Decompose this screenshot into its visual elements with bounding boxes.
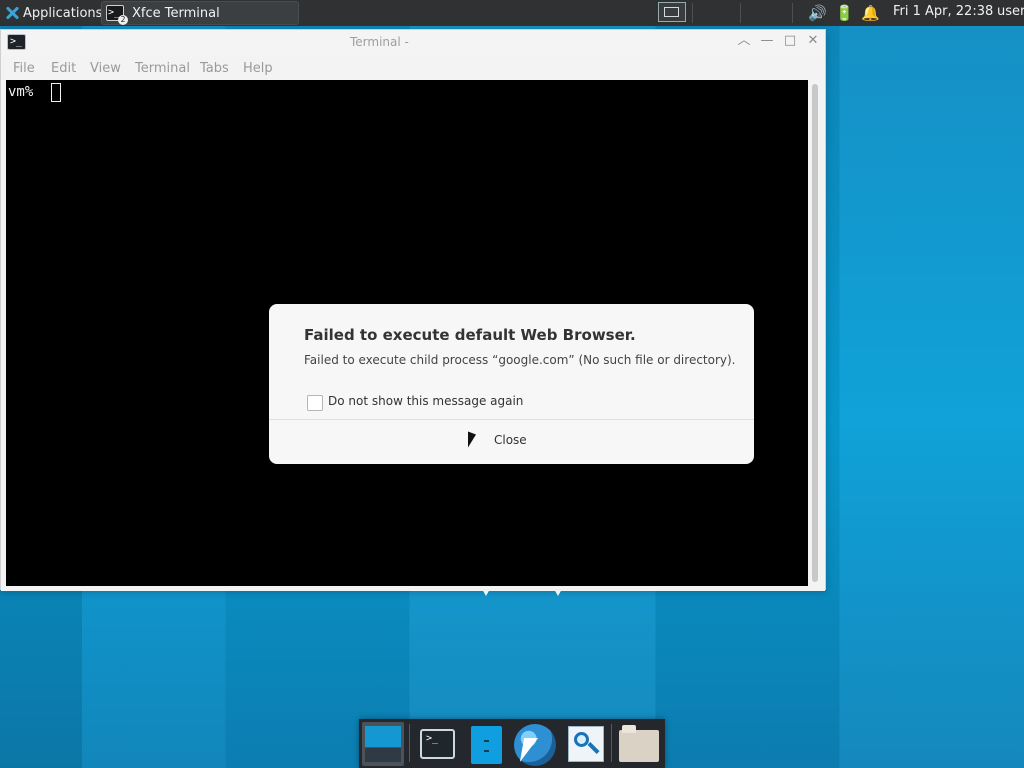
menu-help[interactable]: Help xyxy=(243,61,273,76)
window-bottom-border xyxy=(1,586,825,591)
clock[interactable]: Fri 1 Apr, 22:38 xyxy=(893,4,993,19)
bell-icon[interactable]: 🔔 xyxy=(861,4,880,22)
dock-desktop-button[interactable] xyxy=(362,722,404,766)
terminal-icon: >_ xyxy=(7,34,26,50)
desktop-artifact xyxy=(482,589,562,597)
desktop-icon xyxy=(365,726,401,747)
applications-menu-button[interactable]: Applications xyxy=(2,1,116,25)
terminal-cursor xyxy=(51,83,61,102)
dialog-message: Failed to execute child process “google.… xyxy=(304,353,736,367)
menu-terminal[interactable]: Terminal xyxy=(135,61,190,76)
dock-separator xyxy=(611,724,612,762)
panel-separator xyxy=(740,3,741,23)
shade-window-icon[interactable]: ︿ xyxy=(737,34,751,48)
show-desktop-icon[interactable] xyxy=(658,2,686,22)
window-title: Terminal - xyxy=(350,35,409,49)
dock-terminal-button[interactable] xyxy=(417,722,461,766)
panel-separator xyxy=(692,3,693,23)
desktop-icon-base xyxy=(365,748,401,762)
speaker-icon[interactable]: 🔊 xyxy=(808,4,827,22)
dialog-title: Failed to execute default Web Browser. xyxy=(304,326,636,344)
dock-search-button[interactable] xyxy=(562,722,606,766)
scrollbar-thumb[interactable] xyxy=(812,84,818,582)
applications-label: Applications xyxy=(23,5,103,21)
user-menu[interactable]: user xyxy=(997,4,1024,19)
battery-icon[interactable]: 🔋 xyxy=(835,4,854,22)
taskbar-terminal-label: Xfce Terminal xyxy=(132,5,220,21)
dock-separator xyxy=(409,724,410,762)
taskbar-xfce-terminal-button[interactable]: >_ 2 Xfce Terminal xyxy=(101,1,299,25)
window-titlebar[interactable]: >_ Terminal - ︿ — □ ✕ xyxy=(1,30,825,56)
dock-file-manager-button[interactable] xyxy=(464,722,508,766)
xfce-logo-icon xyxy=(5,6,19,20)
dock-web-browser-button[interactable] xyxy=(513,722,557,766)
folder-icon xyxy=(619,725,659,762)
menu-view[interactable]: View xyxy=(90,61,121,76)
panel-separator xyxy=(792,3,793,23)
menu-file[interactable]: File xyxy=(13,61,35,76)
mouse-pointer-icon xyxy=(468,431,476,451)
menu-edit[interactable]: Edit xyxy=(51,61,76,76)
shell-prompt: vm% xyxy=(8,84,34,100)
close-button[interactable]: Close xyxy=(269,420,754,464)
window-count-badge: 2 xyxy=(118,15,128,25)
error-dialog: Failed to execute default Web Browser. F… xyxy=(269,304,754,464)
top-panel: Applications >_ 2 Xfce Terminal 🔊 🔋 🔔 Fr… xyxy=(0,0,1024,26)
menu-tabs[interactable]: Tabs xyxy=(200,61,229,76)
terminal-icon xyxy=(420,729,455,759)
dock-folder-button[interactable] xyxy=(617,722,661,766)
minimize-window-icon[interactable]: — xyxy=(760,34,774,48)
terminal-scrollbar[interactable] xyxy=(810,80,820,586)
do-not-show-checkbox[interactable] xyxy=(307,395,323,411)
close-button-label: Close xyxy=(494,433,527,447)
do-not-show-label[interactable]: Do not show this message again xyxy=(328,394,523,408)
terminal-icon: >_ 2 xyxy=(106,5,128,25)
bottom-dock xyxy=(359,719,665,768)
menubar: File Edit View Terminal Tabs Help xyxy=(1,57,825,82)
close-window-icon[interactable]: ✕ xyxy=(806,34,820,48)
file-manager-icon xyxy=(471,726,502,764)
maximize-window-icon[interactable]: □ xyxy=(783,34,797,48)
